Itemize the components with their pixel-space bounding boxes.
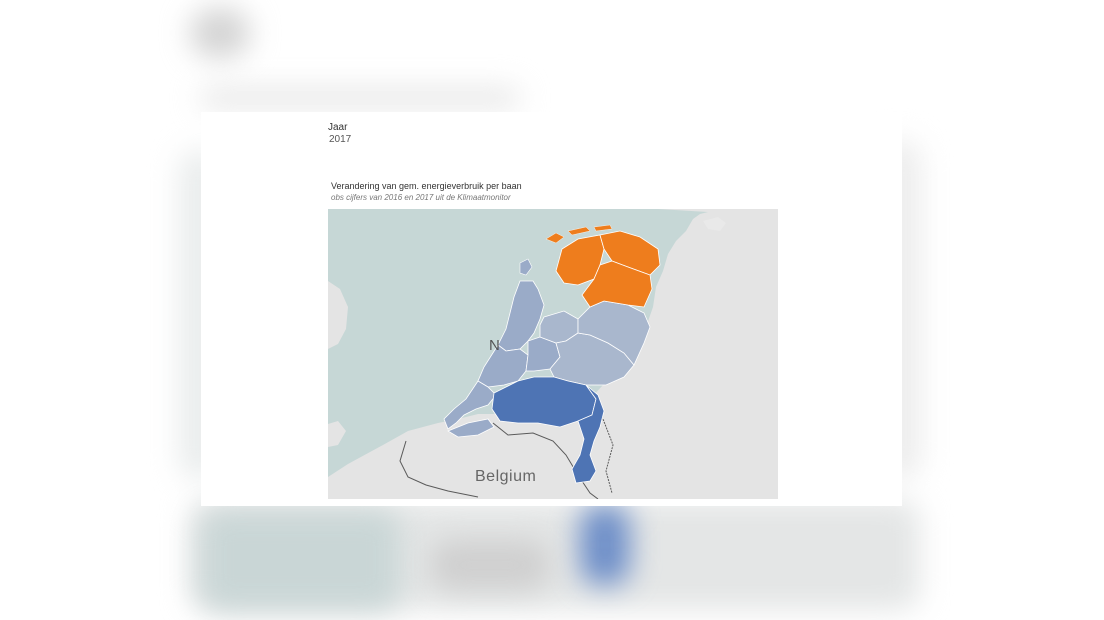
blurred-sea: [200, 510, 400, 610]
belgium-label: Belgium: [475, 468, 537, 485]
blurred-header: [200, 88, 520, 108]
year-filter-value[interactable]: 2017: [329, 134, 351, 145]
year-filter-label: Jaar: [328, 122, 348, 133]
blurred-land: [430, 540, 550, 590]
netherlands-map[interactable]: Belgium N: [328, 209, 778, 499]
chart-title: Verandering van gem. energieverbruik per…: [331, 181, 522, 191]
chart-subtitle: obs cijfers van 2016 en 2017 uit de Klim…: [331, 193, 511, 202]
blurred-region: [580, 505, 630, 585]
netherlands-partial-label: N: [489, 337, 500, 354]
blurred-logo: [190, 8, 250, 58]
dashboard-panel: Jaar 2017 Verandering van gem. energieve…: [201, 112, 902, 506]
